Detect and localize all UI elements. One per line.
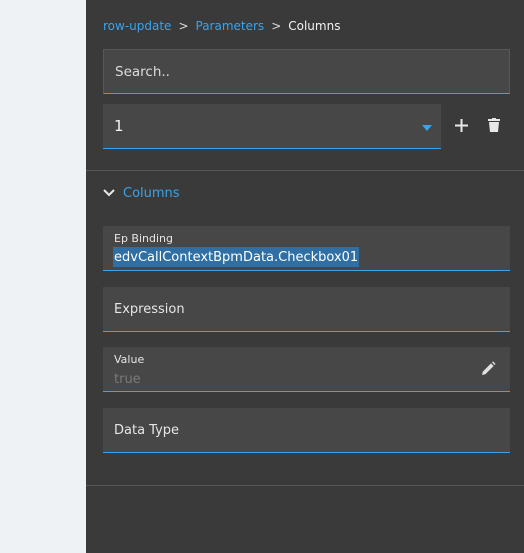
section-title: Columns — [123, 185, 180, 201]
columns-section-toggle[interactable]: Columns — [103, 184, 180, 202]
breadcrumb-item-parameters[interactable]: Parameters — [196, 19, 265, 33]
value-value: true — [114, 372, 141, 387]
value-label: Value — [114, 353, 145, 366]
breadcrumb-current: Columns — [288, 19, 341, 33]
expression-label: Expression — [114, 301, 185, 317]
breadcrumb-separator: > — [178, 19, 189, 33]
caret-down-icon[interactable] — [422, 125, 432, 131]
divider — [86, 170, 524, 171]
column-index-select[interactable]: 1 — [103, 104, 441, 149]
ep-binding-field[interactable]: Ep Binding edvCallContextBpmData.Checkbo… — [103, 226, 510, 271]
value-field[interactable]: Value true — [103, 347, 510, 392]
edit-value-button[interactable] — [478, 359, 498, 379]
search-placeholder: Search.. — [115, 63, 170, 80]
ep-binding-label: Ep Binding — [114, 232, 173, 245]
data-type-label: Data Type — [114, 422, 180, 438]
divider — [86, 485, 524, 486]
ep-binding-value[interactable]: edvCallContextBpmData.Checkbox01 — [113, 247, 360, 267]
data-type-field[interactable]: Data Type — [103, 408, 510, 453]
plus-icon — [454, 118, 468, 132]
select-value: 1 — [114, 117, 124, 135]
search-input[interactable]: Search.. — [103, 49, 510, 94]
add-button[interactable] — [452, 116, 470, 134]
breadcrumb-item-row-update[interactable]: row-update — [103, 19, 171, 33]
pencil-icon — [482, 361, 496, 375]
left-pane — [0, 0, 86, 553]
chevron-down-icon — [103, 186, 117, 200]
expression-field[interactable]: Expression — [103, 287, 510, 332]
breadcrumb-separator: > — [271, 19, 282, 33]
breadcrumb: row-update > Parameters > Columns — [103, 17, 340, 35]
trash-icon — [488, 118, 500, 132]
properties-panel: row-update > Parameters > Columns Search… — [86, 0, 524, 553]
delete-button[interactable] — [485, 116, 503, 134]
